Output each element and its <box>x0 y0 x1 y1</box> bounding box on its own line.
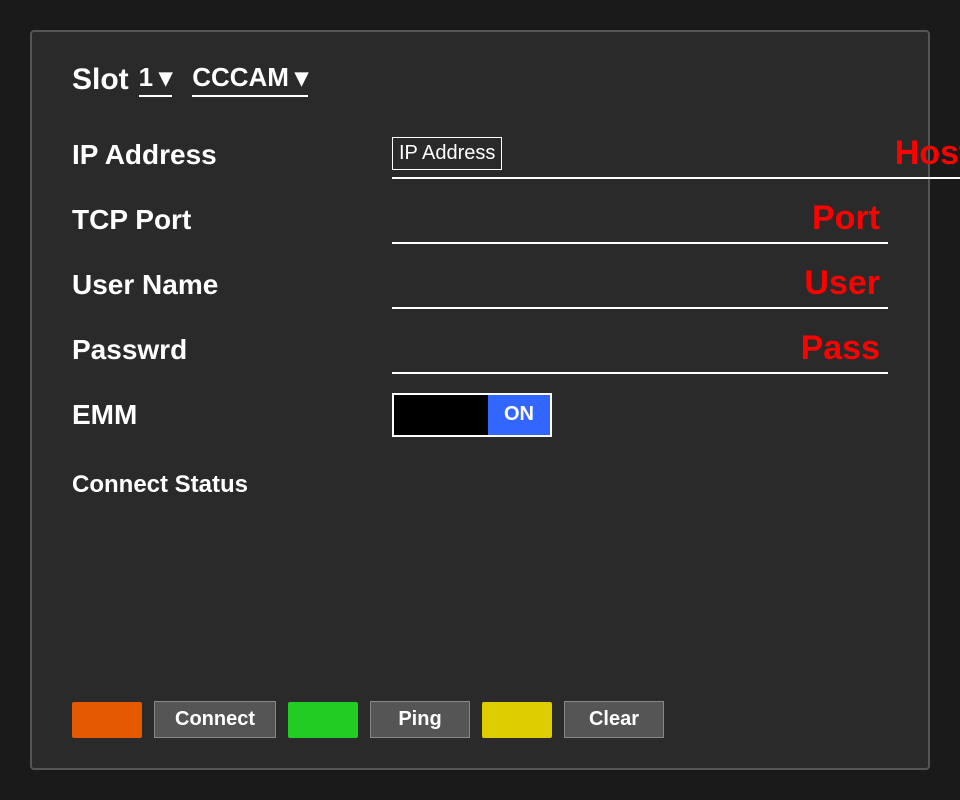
emm-on-button[interactable]: ON <box>488 395 550 435</box>
connect-status-label: Connect Status <box>72 471 248 499</box>
emm-off-area <box>394 395 488 435</box>
password-input-wrapper <box>392 325 888 374</box>
form-area: IP Address IP Address TCP Port User Name… <box>72 127 888 691</box>
ip-address-field[interactable] <box>502 130 960 177</box>
connect-button[interactable]: Connect <box>154 701 276 738</box>
emm-toggle[interactable]: ON <box>392 393 552 437</box>
tcp-port-field[interactable] <box>392 195 888 244</box>
slot-dropdown[interactable]: 1 ▾ <box>139 62 173 97</box>
slot-label: Slot <box>72 63 129 97</box>
ip-prefix-label: IP Address <box>392 137 502 170</box>
ping-indicator <box>288 702 358 738</box>
user-name-input-wrapper <box>392 260 888 309</box>
slot-row: Slot 1 ▾ CCCAM ▾ <box>72 62 888 97</box>
clear-button[interactable]: Clear <box>564 701 664 738</box>
clear-indicator <box>482 702 552 738</box>
slot-value: 1 <box>139 62 153 93</box>
ip-address-row: IP Address IP Address <box>72 127 888 182</box>
ip-address-label: IP Address <box>72 139 392 171</box>
protocol-value: CCCAM <box>192 62 289 93</box>
password-field[interactable] <box>392 325 888 374</box>
tcp-port-input-wrapper <box>392 195 888 244</box>
emm-row: EMM ON <box>72 387 888 442</box>
tcp-port-label: TCP Port <box>72 204 392 236</box>
ping-button[interactable]: Ping <box>370 701 470 738</box>
connect-status-row: Connect Status <box>72 452 888 507</box>
password-row: Passwrd <box>72 322 888 377</box>
connect-indicator <box>72 702 142 738</box>
main-panel: Slot 1 ▾ CCCAM ▾ IP Address IP Address T… <box>30 30 930 770</box>
bottom-bar: Connect Ping Clear <box>72 691 888 738</box>
protocol-dropdown[interactable]: CCCAM ▾ <box>192 62 308 97</box>
user-name-field[interactable] <box>392 260 888 309</box>
user-name-row: User Name <box>72 257 888 312</box>
ip-address-input-wrapper: IP Address <box>392 130 960 179</box>
protocol-arrow-icon: ▾ <box>295 62 308 93</box>
password-label: Passwrd <box>72 334 392 366</box>
emm-label: EMM <box>72 399 392 431</box>
tcp-port-row: TCP Port <box>72 192 888 247</box>
user-name-label: User Name <box>72 269 392 301</box>
slot-arrow-icon: ▾ <box>159 62 172 93</box>
